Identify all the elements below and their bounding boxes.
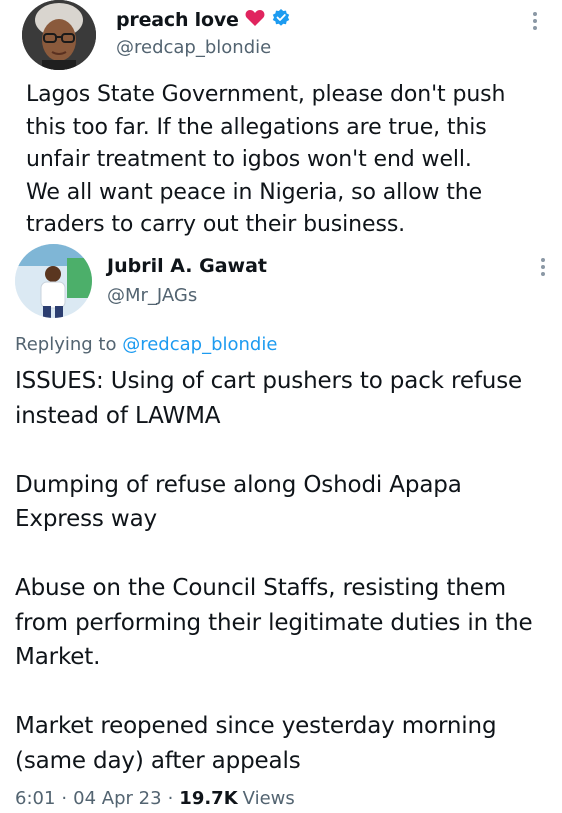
tweet-date[interactable]: 04 Apr 23 (73, 788, 161, 809)
tweet-paragraph: Abuse on the Council Staffs, resisting t… (15, 575, 533, 670)
replying-to: Replying to @redcap_blondie (15, 334, 277, 355)
views-label: Views (242, 788, 295, 809)
avatar-image (15, 244, 92, 318)
tweet-time[interactable]: 6:01 (15, 788, 55, 809)
tweet-text-line: this too far. If the allegations are tru… (26, 114, 487, 140)
mention-link[interactable]: @redcap_blondie (122, 334, 277, 355)
verified-badge-icon (271, 8, 291, 32)
tweet-text-line: traders to carry out their business. (26, 212, 406, 237)
tweet-paragraph: Dumping of refuse along Oshodi Apapa Exp… (15, 471, 462, 533)
display-name[interactable]: Jubril A. Gawat (107, 255, 267, 277)
original-tweet-text: Lagos State Government, please don't pus… (26, 79, 550, 242)
tweet-text-line: Lagos State Government, please don't pus… (26, 82, 506, 107)
meta-separator: · (61, 788, 68, 809)
author-name-row: preach love (116, 8, 291, 32)
original-tweet-header: preach love @redcap_blondie (22, 0, 542, 74)
replying-label: Replying to (15, 334, 117, 355)
tweet-paragraph: ISSUES: Using of cart pushers to pack re… (15, 368, 523, 429)
display-name[interactable]: preach love (116, 9, 239, 31)
views-count[interactable]: 19.7K (179, 788, 237, 809)
tweet-thread: preach love @redcap_blondie Lagos State … (0, 0, 562, 813)
author-handle[interactable]: @redcap_blondie (116, 37, 271, 58)
heart-emoji-icon (245, 9, 265, 31)
avatar-jubril-gawat[interactable] (15, 244, 92, 318)
tweet-text-line: We all want peace in Nigeria, so allow t… (26, 179, 483, 205)
more-options-icon[interactable] (535, 256, 551, 280)
more-options-icon[interactable] (527, 10, 543, 34)
avatar-image (22, 0, 96, 70)
reply-tweet-text: ISSUES: Using of cart pushers to pack re… (15, 364, 555, 778)
avatar-preach-love[interactable] (22, 0, 96, 70)
meta-separator: · (167, 788, 174, 809)
tweet-paragraph: Market reopened since yesterday morning … (15, 713, 497, 774)
author-handle[interactable]: @Mr_JAGs (107, 285, 197, 306)
tweet-text-line: unfair treatment to igbos won't end well… (26, 147, 472, 172)
tweet-meta: 6:01 · 04 Apr 23 · 19.7K Views (15, 788, 295, 809)
